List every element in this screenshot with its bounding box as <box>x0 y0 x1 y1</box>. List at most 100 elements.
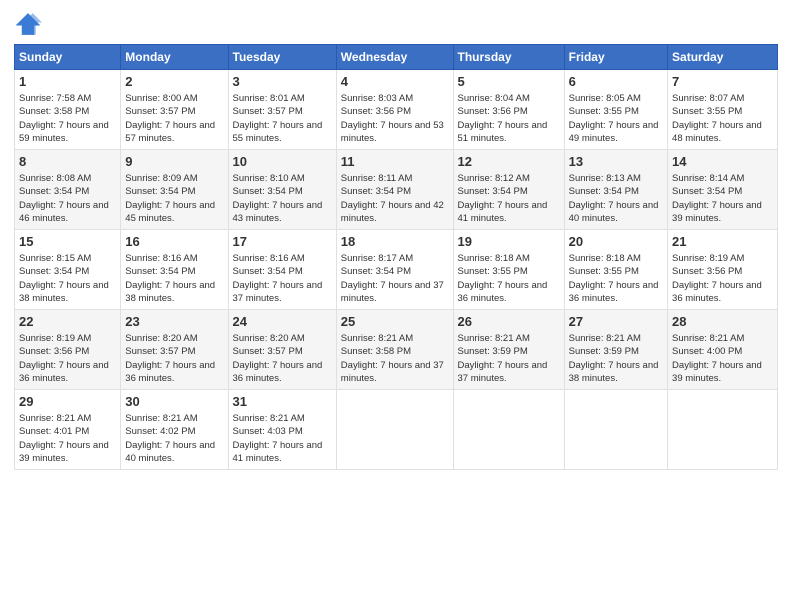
sunrise: Sunrise: 8:12 AM <box>458 173 530 184</box>
header <box>14 10 778 38</box>
day-cell: 8Sunrise: 8:08 AMSunset: 3:54 PMDaylight… <box>15 150 121 230</box>
day-number: 22 <box>19 313 116 331</box>
sunset: Sunset: 3:58 PM <box>19 106 89 117</box>
day-cell: 11Sunrise: 8:11 AMSunset: 3:54 PMDayligh… <box>336 150 453 230</box>
daylight: Daylight: 7 hours and 48 minutes. <box>672 120 762 144</box>
day-cell: 25Sunrise: 8:21 AMSunset: 3:58 PMDayligh… <box>336 310 453 390</box>
sunrise: Sunrise: 8:21 AM <box>569 333 641 344</box>
daylight: Daylight: 7 hours and 36 minutes. <box>672 280 762 304</box>
sunrise: Sunrise: 8:21 AM <box>458 333 530 344</box>
sunrise: Sunrise: 8:03 AM <box>341 93 413 104</box>
day-number: 8 <box>19 153 116 171</box>
day-cell: 12Sunrise: 8:12 AMSunset: 3:54 PMDayligh… <box>453 150 564 230</box>
daylight: Daylight: 7 hours and 39 minutes. <box>672 360 762 384</box>
sunrise: Sunrise: 8:00 AM <box>125 93 197 104</box>
sunrise: Sunrise: 8:10 AM <box>233 173 305 184</box>
sunrise: Sunrise: 8:18 AM <box>458 253 530 264</box>
week-row-2: 8 Sunrise: 8:08 AM Sunset: 3:54 PM Daylight… <box>15 150 778 230</box>
day-cell: 26Sunrise: 8:21 AMSunset: 3:59 PMDayligh… <box>453 310 564 390</box>
sunset: Sunset: 3:54 PM <box>19 266 89 277</box>
sunset: Sunset: 3:54 PM <box>125 186 195 197</box>
header-tuesday: Tuesday <box>228 45 336 70</box>
daylight: Daylight: 7 hours and 46 minutes. <box>19 200 109 224</box>
daylight: Daylight: 7 hours and 36 minutes. <box>125 360 215 384</box>
week-row-5: 29 Sunrise: 8:21 AM Sunset: 4:01 PM Dayligh… <box>15 390 778 470</box>
sunrise: Sunrise: 8:01 AM <box>233 93 305 104</box>
sunrise: Sunrise: 8:13 AM <box>569 173 641 184</box>
sunset: Sunset: 3:56 PM <box>672 266 742 277</box>
sunset: Sunset: 3:54 PM <box>233 186 303 197</box>
day-number: 19 <box>458 233 560 251</box>
week-row-4: 22Sunrise: 8:19 AMSunset: 3:56 PMDayligh… <box>15 310 778 390</box>
day-number: 28 <box>672 313 773 331</box>
sunset: Sunset: 3:55 PM <box>458 266 528 277</box>
day-cell: 2Sunrise: 8:00 AMSunset: 3:57 PMDaylight… <box>121 70 228 150</box>
day-cell: 5Sunrise: 8:04 AMSunset: 3:56 PMDaylight… <box>453 70 564 150</box>
day-number: 9 <box>125 153 223 171</box>
sunset: Sunset: 3:56 PM <box>458 106 528 117</box>
day-cell: 3Sunrise: 8:01 AMSunset: 3:57 PMDaylight… <box>228 70 336 150</box>
sunset: Sunset: 3:54 PM <box>569 186 639 197</box>
day-cell: 13Sunrise: 8:13 AMSunset: 3:54 PMDayligh… <box>564 150 667 230</box>
sunrise: Sunrise: 8:19 AM <box>19 333 91 344</box>
daylight: Daylight: 7 hours and 45 minutes. <box>125 200 215 224</box>
day-cell: 24Sunrise: 8:20 AMSunset: 3:57 PMDayligh… <box>228 310 336 390</box>
day-number: 7 <box>672 73 773 91</box>
day-number: 14 <box>672 153 773 171</box>
day-cell: 22Sunrise: 8:19 AMSunset: 3:56 PMDayligh… <box>15 310 121 390</box>
day-number: 26 <box>458 313 560 331</box>
sunrise: Sunrise: 8:17 AM <box>341 253 413 264</box>
sunrise: Sunrise: 8:05 AM <box>569 93 641 104</box>
sunrise: Sunrise: 8:16 AM <box>233 253 305 264</box>
day-number: 29 <box>19 393 116 411</box>
sunset: Sunset: 3:57 PM <box>125 346 195 357</box>
day-number: 5 <box>458 73 560 91</box>
sunrise: Sunrise: 8:19 AM <box>672 253 744 264</box>
day-cell: 16Sunrise: 8:16 AMSunset: 3:54 PMDayligh… <box>121 230 228 310</box>
day-cell: 28Sunrise: 8:21 AMSunset: 4:00 PMDayligh… <box>668 310 778 390</box>
sunrise: Sunrise: 7:58 AM <box>19 93 91 104</box>
day-number: 3 <box>233 73 332 91</box>
daylight: Daylight: 7 hours and 53 minutes. <box>341 120 444 144</box>
day-number: 18 <box>341 233 449 251</box>
day-cell: 30Sunrise: 8:21 AMSunset: 4:02 PMDayligh… <box>121 390 228 470</box>
sunset: Sunset: 3:55 PM <box>569 266 639 277</box>
sunset: Sunset: 3:54 PM <box>672 186 742 197</box>
day-number: 17 <box>233 233 332 251</box>
day-cell: 31Sunrise: 8:21 AMSunset: 4:03 PMDayligh… <box>228 390 336 470</box>
sunset: Sunset: 3:54 PM <box>341 186 411 197</box>
day-cell: 29Sunrise: 8:21 AMSunset: 4:01 PMDayligh… <box>15 390 121 470</box>
day-cell: 7Sunrise: 8:07 AMSunset: 3:55 PMDaylight… <box>668 70 778 150</box>
daylight: Daylight: 7 hours and 37 minutes. <box>341 360 444 384</box>
day-cell <box>336 390 453 470</box>
day-number: 23 <box>125 313 223 331</box>
daylight: Daylight: 7 hours and 39 minutes. <box>19 440 109 464</box>
sunrise: Sunrise: 8:18 AM <box>569 253 641 264</box>
sunrise: Sunrise: 8:21 AM <box>125 413 197 424</box>
sunrise: Sunrise: 8:09 AM <box>125 173 197 184</box>
header-monday: Monday <box>121 45 228 70</box>
day-cell: 15Sunrise: 8:15 AMSunset: 3:54 PMDayligh… <box>15 230 121 310</box>
sunrise: Sunrise: 8:08 AM <box>19 173 91 184</box>
header-saturday: Saturday <box>668 45 778 70</box>
day-cell: 19Sunrise: 8:18 AMSunset: 3:55 PMDayligh… <box>453 230 564 310</box>
sunrise: Sunrise: 8:07 AM <box>672 93 744 104</box>
daylight: Daylight: 7 hours and 49 minutes. <box>569 120 659 144</box>
sunset: Sunset: 3:54 PM <box>233 266 303 277</box>
daylight: Daylight: 7 hours and 37 minutes. <box>341 280 444 304</box>
day-number: 10 <box>233 153 332 171</box>
sunrise: Sunrise: 8:04 AM <box>458 93 530 104</box>
day-number: 15 <box>19 233 116 251</box>
day-number: 11 <box>341 153 449 171</box>
sunrise: Sunrise: 8:20 AM <box>233 333 305 344</box>
daylight: Daylight: 7 hours and 40 minutes. <box>125 440 215 464</box>
day-number: 2 <box>125 73 223 91</box>
sunset: Sunset: 3:54 PM <box>125 266 195 277</box>
sunset: Sunset: 4:00 PM <box>672 346 742 357</box>
sunrise: Sunrise: 8:21 AM <box>233 413 305 424</box>
day-cell <box>564 390 667 470</box>
sunset: Sunset: 3:58 PM <box>341 346 411 357</box>
sunset: Sunset: 3:57 PM <box>233 346 303 357</box>
day-cell: 6Sunrise: 8:05 AMSunset: 3:55 PMDaylight… <box>564 70 667 150</box>
sunset: Sunset: 4:01 PM <box>19 426 89 437</box>
